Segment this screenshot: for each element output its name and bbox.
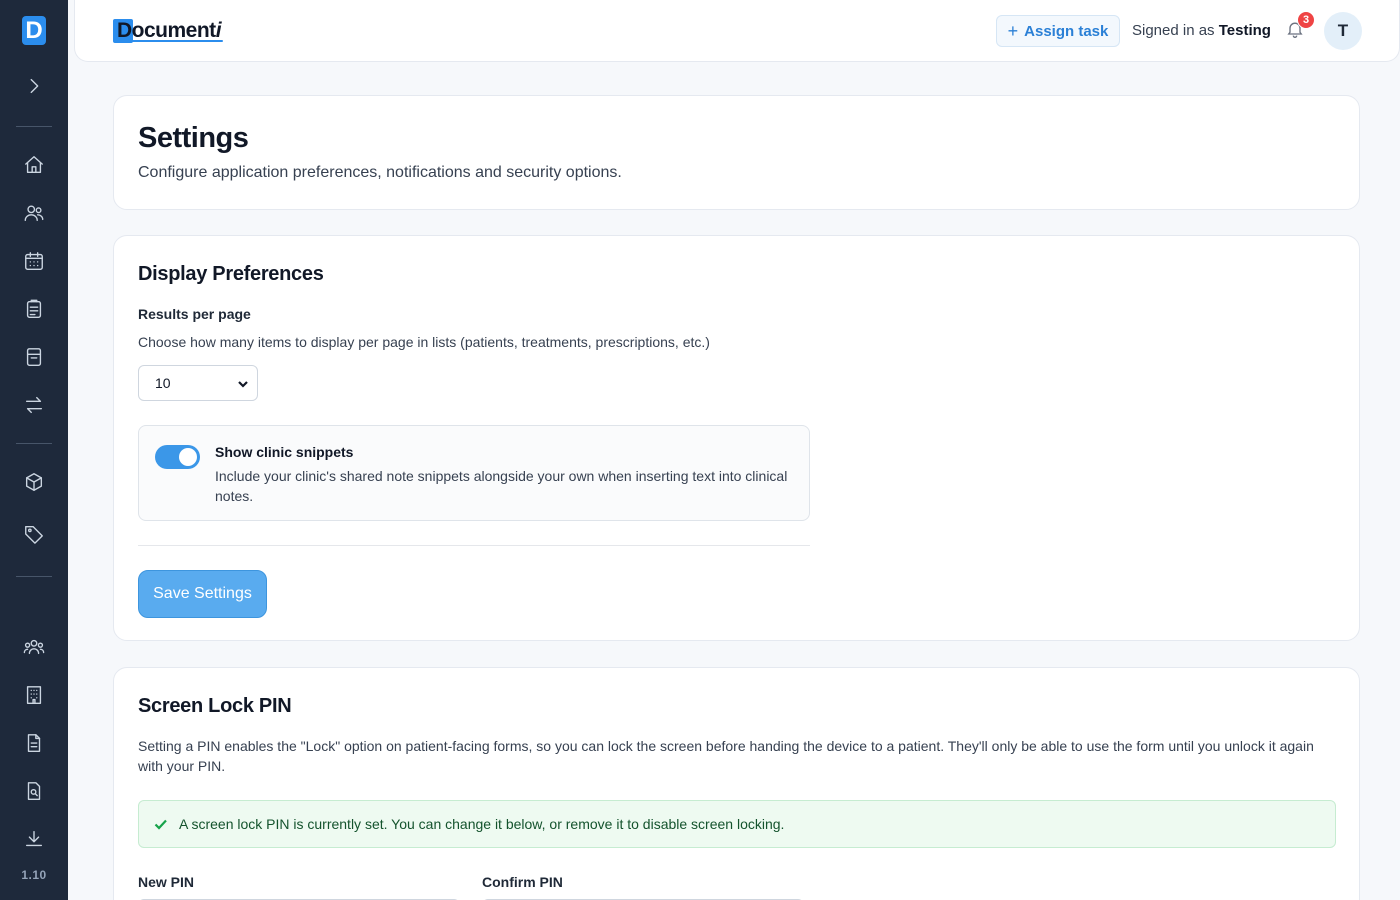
check-icon xyxy=(154,819,167,830)
team-icon[interactable] xyxy=(22,635,46,659)
page-title: Settings xyxy=(138,122,249,154)
results-per-page-label: Results per page xyxy=(138,306,251,322)
app-logo[interactable]: D xyxy=(22,16,46,45)
assign-task-label: Assign task xyxy=(1024,22,1109,40)
plus-icon: + xyxy=(1007,21,1019,41)
notification-badge: 3 xyxy=(1297,11,1315,29)
section-title: Display Preferences xyxy=(138,263,324,285)
brand-logo[interactable]: Documenti xyxy=(113,17,223,45)
calendar-icon[interactable] xyxy=(22,249,46,273)
notebook-icon[interactable] xyxy=(22,345,46,369)
clinic-snippets-title: Show clinic snippets xyxy=(215,444,354,460)
building-icon[interactable] xyxy=(22,683,46,707)
select-value: 10 xyxy=(155,375,171,391)
assign-task-button[interactable]: + Assign task xyxy=(996,15,1120,47)
pin-status-text: A screen lock PIN is currently set. You … xyxy=(179,816,785,832)
pin-status-alert: A screen lock PIN is currently set. You … xyxy=(138,800,1336,848)
sidebar-divider xyxy=(16,576,52,577)
sidebar-divider xyxy=(16,126,52,127)
box-icon[interactable] xyxy=(22,470,46,494)
app-version: 1.10 xyxy=(21,868,47,882)
sidebar-divider xyxy=(16,443,52,444)
clinic-snippets-description: Include your clinic's shared note snippe… xyxy=(215,468,788,504)
user-name: Testing xyxy=(1218,22,1271,39)
top-bar: Documenti + Assign task Signed in as Tes… xyxy=(74,0,1400,62)
document-icon[interactable] xyxy=(22,731,46,755)
users-icon[interactable] xyxy=(22,201,46,225)
expand-icon[interactable] xyxy=(22,74,46,98)
new-pin-label: New PIN xyxy=(138,874,195,890)
page-subtitle: Configure application preferences, notif… xyxy=(138,164,622,181)
section-title: Screen Lock PIN xyxy=(138,695,292,717)
chevron-down-icon xyxy=(237,377,249,389)
clinic-snippets-option: Show clinic snippets Include your clinic… xyxy=(138,425,810,521)
clinic-snippets-toggle[interactable] xyxy=(155,445,200,469)
sidebar: D 1.10 xyxy=(0,0,68,900)
transfer-icon[interactable] xyxy=(22,393,46,417)
results-per-page-help: Choose how many items to display per pag… xyxy=(138,334,710,350)
toggle-knob xyxy=(179,448,197,466)
home-icon[interactable] xyxy=(22,153,46,177)
divider xyxy=(138,545,810,546)
clipboard-icon[interactable] xyxy=(22,297,46,321)
signed-in-prefix: Signed in as xyxy=(1132,22,1215,39)
screen-lock-pin-card: Screen Lock PIN Setting a PIN enables th… xyxy=(113,667,1360,900)
tag-icon[interactable] xyxy=(22,522,46,546)
pin-description: Setting a PIN enables the "Lock" option … xyxy=(138,738,1314,774)
display-preferences-card: Display Preferences Results per page Cho… xyxy=(113,235,1360,641)
download-icon[interactable] xyxy=(22,827,46,851)
settings-header-card: Settings Configure application preferenc… xyxy=(113,95,1360,210)
save-settings-button[interactable]: Save Settings xyxy=(138,570,267,618)
results-per-page-select[interactable]: 10 xyxy=(138,365,258,401)
brand-underline xyxy=(131,40,223,42)
avatar[interactable]: T xyxy=(1324,12,1362,50)
confirm-pin-label: Confirm PIN xyxy=(482,874,563,890)
search-document-icon[interactable] xyxy=(22,779,46,803)
signed-in-text: Signed in as Testing xyxy=(1132,22,1271,39)
